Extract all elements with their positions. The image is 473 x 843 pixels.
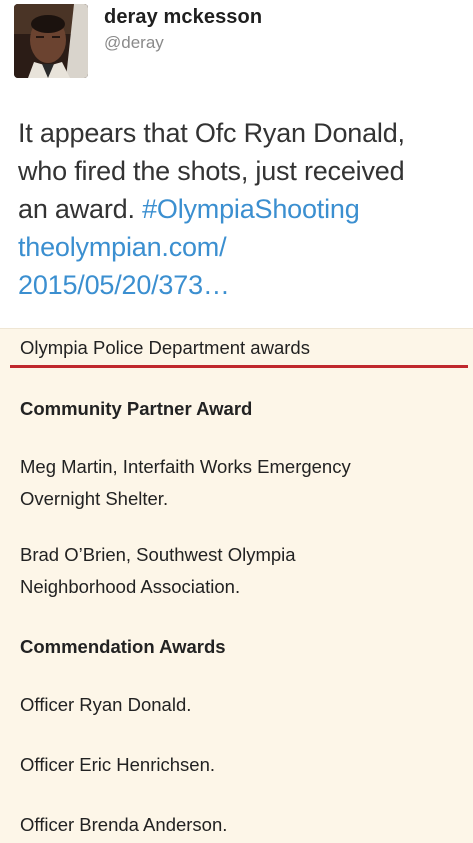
award-entry: Officer Ryan Donald. <box>20 694 192 715</box>
hashtag-link[interactable]: #OlympiaShooting <box>142 194 360 224</box>
tweet-text-line: who fired the shots, just received <box>18 156 405 186</box>
display-name[interactable]: deray mckesson <box>104 6 262 29</box>
article-title: Olympia Police Department awards <box>20 337 310 358</box>
award-entry-line: Overnight Shelter. <box>20 488 169 509</box>
award-entry: Meg Martin, Interfaith Works Emergency O… <box>20 451 460 515</box>
url-link-line[interactable]: theolympian.com/ <box>18 228 463 266</box>
url-link-line[interactable]: 2015/05/20/373… <box>18 266 463 304</box>
tweet-text: It appears that Ofc Ryan Donald, who fir… <box>18 114 463 304</box>
section-heading: Commendation Awards <box>20 636 226 657</box>
avatar[interactable] <box>14 4 88 78</box>
award-entry: Officer Brenda Anderson. <box>20 814 228 835</box>
award-entry-line: Neighborhood Association. <box>20 576 241 597</box>
award-entry: Officer Eric Henrichsen. <box>20 754 215 775</box>
tweet-text-line: an award. #OlympiaShooting <box>18 190 463 228</box>
avatar-image <box>14 4 88 78</box>
tweet-text-fragment: an award. <box>18 194 143 224</box>
award-entry: Brad O’Brien, Southwest Olympia Neighbor… <box>20 539 460 603</box>
article-screenshot: Olympia Police Department awards Communi… <box>0 328 473 843</box>
title-divider <box>10 365 468 368</box>
tweet-text-line: It appears that Ofc Ryan Donald, <box>18 118 405 148</box>
award-entry-line: Meg Martin, Interfaith Works Emergency <box>20 456 351 477</box>
section-heading: Community Partner Award <box>20 398 253 419</box>
award-entry-line: Brad O’Brien, Southwest Olympia <box>20 544 296 565</box>
user-handle[interactable]: @deray <box>104 33 164 53</box>
tweet-card: deray mckesson @deray It appears that Of… <box>0 0 473 328</box>
